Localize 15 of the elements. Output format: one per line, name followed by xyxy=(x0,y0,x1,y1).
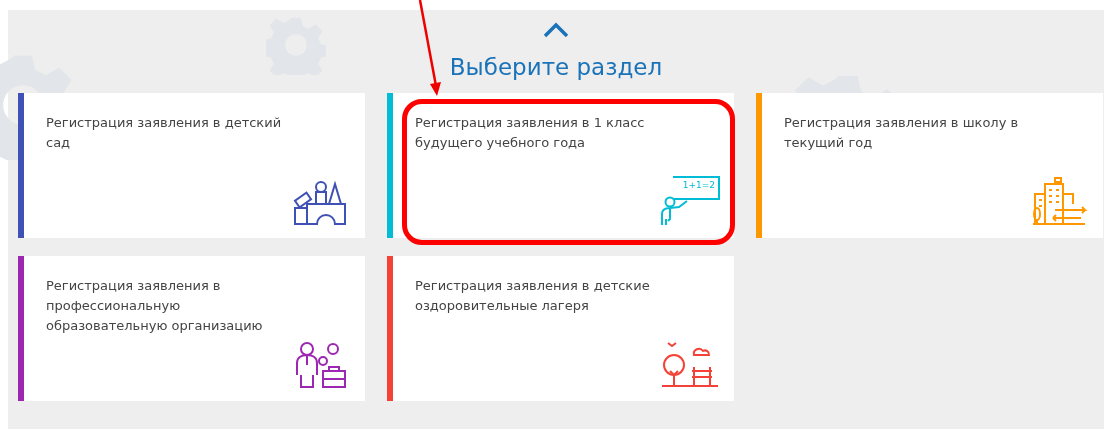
chevron-up-icon[interactable] xyxy=(543,22,569,38)
section-card[interactable]: Регистрация заявления в детский сад xyxy=(18,93,365,238)
card-title: Регистрация заявления в 1 класс будущего учебного года xyxy=(415,114,646,152)
card-title: Регистрация заявления в профессиональную образовательную организацию xyxy=(46,277,264,335)
section-heading: Выберите раздел xyxy=(449,54,663,80)
board-text: 1+1=2 xyxy=(682,180,715,190)
card-title: Регистрация заявления в школу в текущий год xyxy=(784,114,1020,152)
card-title: Регистрация заявления в детские оздоровительные лагеря xyxy=(415,277,651,315)
section-card[interactable]: Регистрация заявления в 1 класс будущего учебного года 1+1=2 xyxy=(387,93,734,238)
card-title: Регистрация заявления в детский сад xyxy=(46,114,283,152)
section-card[interactable]: Регистрация заявления в детские оздоровительные лагеря xyxy=(387,256,734,401)
park-tree-bench-icon xyxy=(660,339,720,389)
section-card[interactable]: Регистрация заявления в профессиональную образовательную организацию xyxy=(18,256,365,401)
section-card[interactable]: Регистрация заявления в школу в текущий год xyxy=(756,93,1103,238)
teacher-icon xyxy=(660,196,690,226)
